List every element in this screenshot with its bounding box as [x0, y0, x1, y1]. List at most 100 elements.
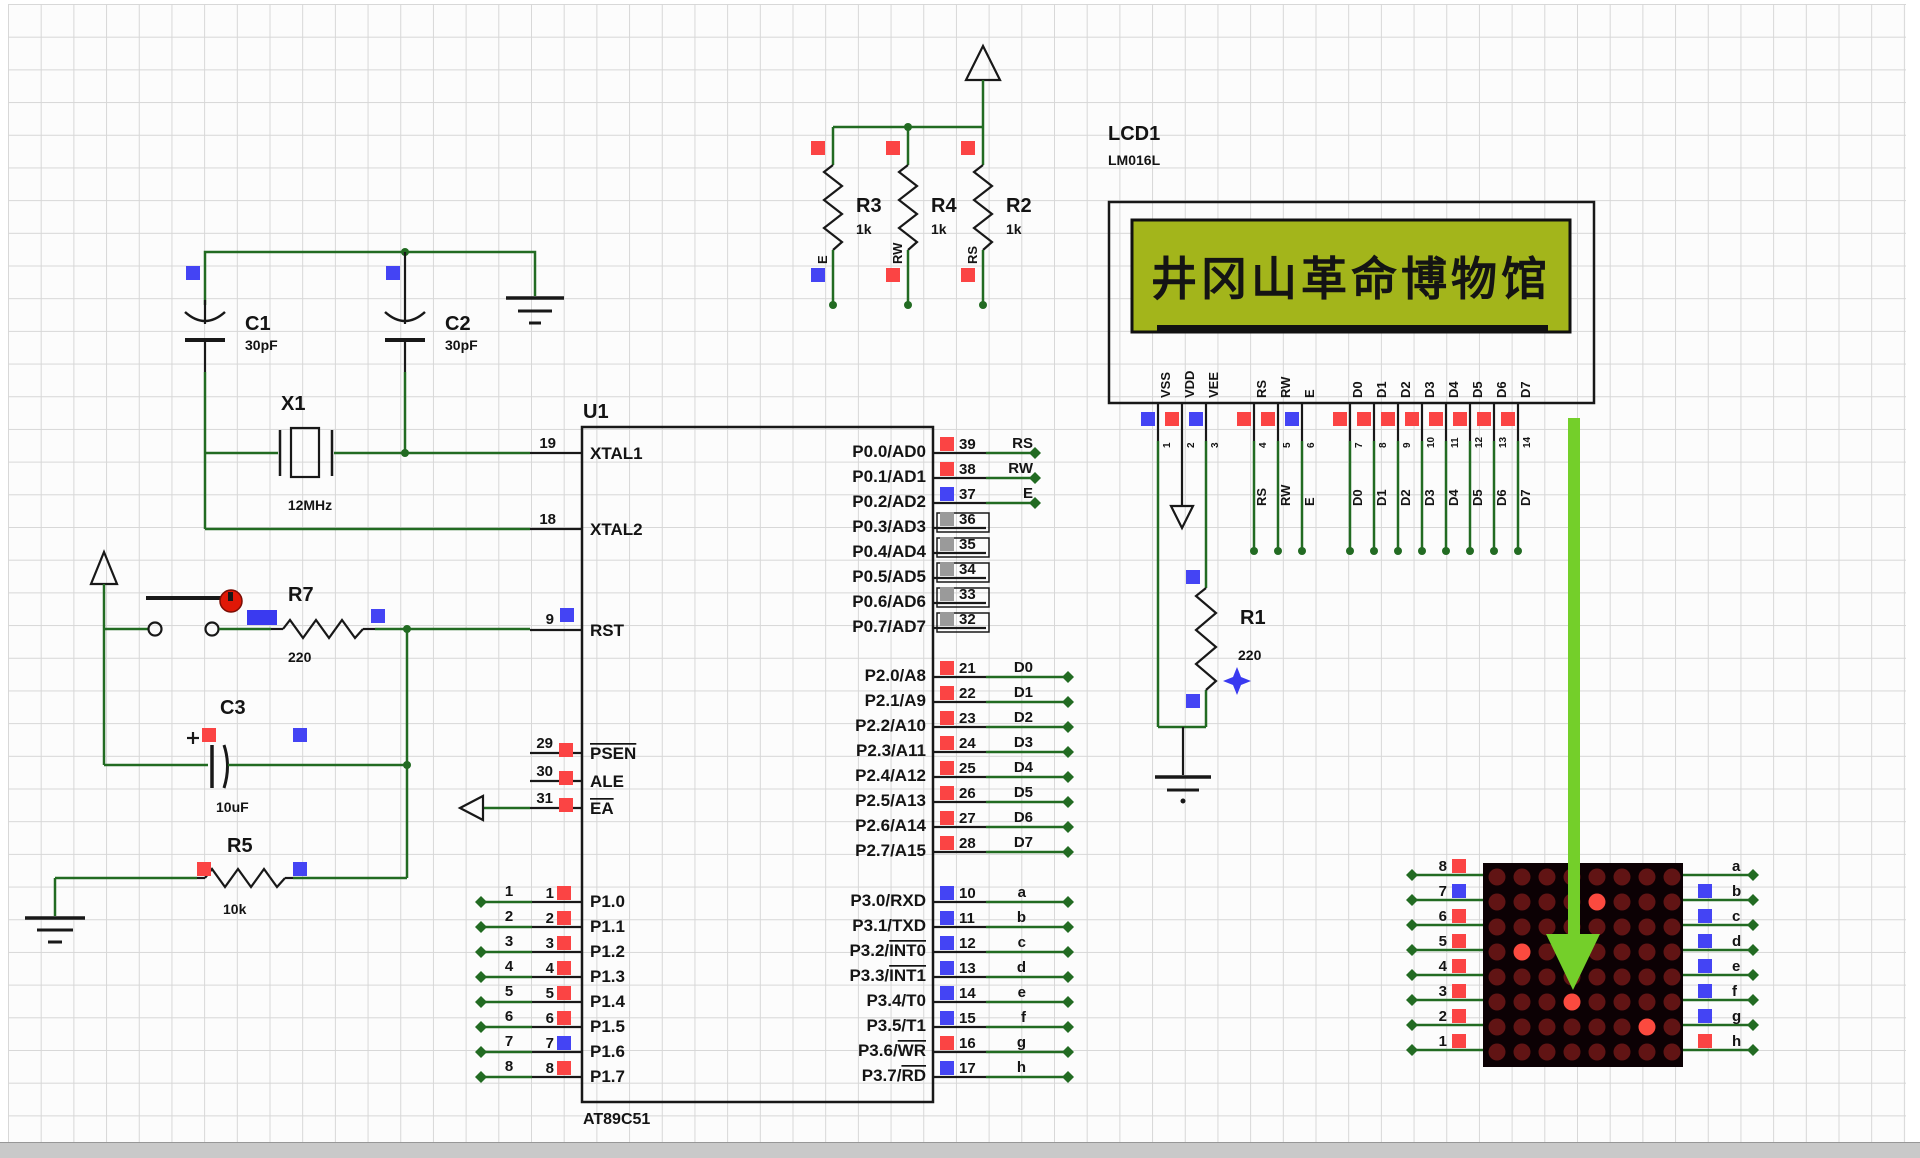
net-label: 6 [1439, 908, 1447, 925]
net-label: D2 [1398, 489, 1413, 506]
pin-name: P2.5/A13 [855, 791, 926, 810]
component-ref: R2 [1006, 195, 1032, 217]
capacitor-c1[interactable] [185, 300, 225, 372]
resistor-r2[interactable] [974, 127, 992, 305]
lcd-module[interactable]: LCD1 LM016L 井冈山革命博物馆 [1108, 123, 1594, 403]
pin-number: 11 [959, 910, 975, 927]
junction-dot [1466, 547, 1474, 555]
pin-number: 24 [959, 735, 976, 752]
pin-number: 33 [959, 586, 976, 603]
pin-state-red-square [1333, 412, 1347, 426]
net-label: D3 [1014, 734, 1033, 751]
pin-state-blue-square [557, 1036, 571, 1050]
pin-state-blue-square [1186, 694, 1200, 708]
pin-number: 2 [546, 910, 554, 927]
pin-state-gray-square [940, 512, 954, 526]
pin-number: 31 [536, 790, 553, 807]
pin-name: P1.0 [590, 892, 625, 911]
wire-terminal [1062, 1021, 1074, 1033]
component-ref: R5 [227, 835, 253, 857]
pin-name: XTAL1 [590, 444, 643, 463]
junction-dot [403, 761, 411, 769]
pin-name: VEE [1206, 372, 1221, 398]
matrix-dot [1564, 1044, 1581, 1061]
resistor-r3[interactable] [824, 127, 842, 305]
ground-symbol[interactable] [506, 298, 564, 323]
matrix-dot [1539, 1044, 1556, 1061]
matrix-dot [1489, 894, 1506, 911]
net-label: 1 [505, 883, 513, 900]
crystal-x1[interactable] [280, 428, 332, 477]
pin-state-blue-square [1186, 570, 1200, 584]
pin-name: XTAL2 [590, 520, 643, 539]
net-label: RS [1254, 488, 1269, 506]
net-label: 7 [505, 1033, 513, 1050]
pin-state-red-square [811, 141, 825, 155]
wire-terminal [1747, 869, 1759, 881]
selection-marker [247, 610, 277, 625]
pin-name: P3.0/RXD [850, 891, 926, 910]
pin-number: 16 [959, 1035, 976, 1052]
pin-number: 26 [959, 785, 976, 802]
push-button[interactable] [146, 598, 222, 636]
pin-number: 32 [959, 611, 976, 628]
origin-marker [1223, 667, 1251, 695]
lcd-ground-rail: R1 220 [1155, 570, 1266, 804]
pin-number: 13 [959, 960, 976, 977]
pin-number: 9 [1402, 442, 1413, 448]
pin-state-red-square [961, 141, 975, 155]
pin-name: VSS [1158, 372, 1173, 398]
pin-number: 7 [546, 1035, 554, 1052]
wire-terminal [1062, 721, 1074, 733]
resistor-r7[interactable] [271, 620, 375, 638]
pin-state-red-square [886, 268, 900, 282]
resistor-r4[interactable] [899, 127, 917, 305]
ground-symbol[interactable] [1155, 727, 1211, 804]
power-arrow-down [1171, 506, 1193, 528]
pin-number: 5 [1282, 442, 1293, 448]
pin-name: ALE [590, 772, 624, 791]
net-label: E [1023, 485, 1033, 502]
net-label: a [1732, 858, 1741, 875]
matrix-dot [1589, 1019, 1606, 1036]
ground-symbol[interactable] [25, 878, 85, 942]
pin-number: 8 [546, 1060, 554, 1077]
matrix-dot [1514, 894, 1531, 911]
junction-dot [1298, 547, 1306, 555]
matrix-dot [1664, 969, 1681, 986]
net-label: D3 [1422, 489, 1437, 506]
pin-state-red-square [557, 886, 571, 900]
pin-number: 29 [536, 735, 553, 752]
pin-name: D2 [1398, 381, 1413, 398]
wire-terminal [1062, 1046, 1074, 1058]
matrix-dot [1514, 919, 1531, 936]
button-state-marker[interactable] [220, 590, 242, 612]
pin-state-red-square [1357, 412, 1371, 426]
pin-name: D6 [1494, 381, 1509, 398]
resistor-r1[interactable] [1196, 588, 1216, 690]
matrix-dot [1514, 869, 1531, 886]
matrix-dot [1514, 994, 1531, 1011]
wire-terminal [1406, 869, 1418, 881]
matrix-dot [1489, 1044, 1506, 1061]
power-arrow-up[interactable] [966, 46, 1000, 127]
pin-state-red-square [940, 711, 954, 725]
pin-state-red-square [940, 437, 954, 451]
net-label: RW [890, 242, 905, 264]
net-label: 2 [1439, 1008, 1447, 1025]
matrix-dot [1639, 969, 1656, 986]
component-value: 30pF [445, 337, 478, 353]
wire-terminal [1406, 994, 1418, 1006]
net-label: D1 [1374, 489, 1389, 506]
matrix-dot [1664, 1044, 1681, 1061]
pin-name: P0.2/AD2 [852, 492, 926, 511]
pin-number: 7 [1354, 442, 1365, 448]
u1-p1-pins: 11P1.022P1.133P1.244P1.355P1.466P1.577P1… [475, 883, 626, 1086]
power-arrow-up[interactable] [91, 552, 117, 629]
pin-state-red-square [1165, 412, 1179, 426]
net-label: D5 [1470, 489, 1485, 506]
pin-state-red-square [940, 686, 954, 700]
component-part: LM016L [1108, 152, 1161, 168]
matrix-dot [1539, 894, 1556, 911]
resistor-r5[interactable] [197, 869, 293, 887]
